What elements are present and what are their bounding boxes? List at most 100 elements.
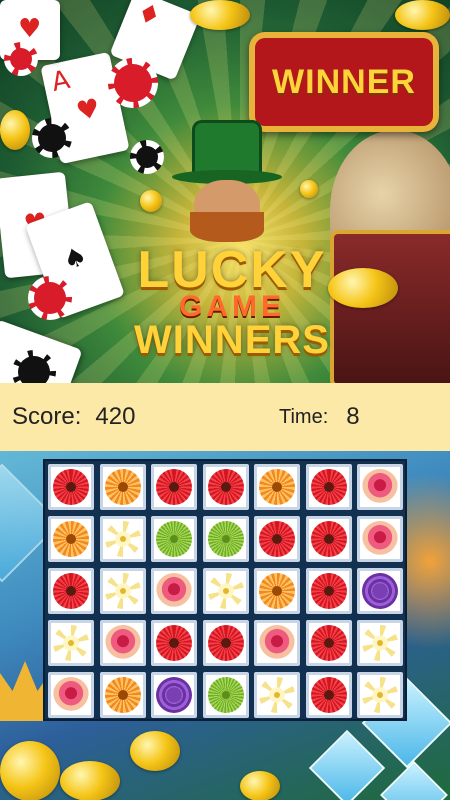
- yellow-flower-icon: [53, 625, 89, 661]
- red-flower-icon: [259, 521, 295, 557]
- gold-coin: [130, 731, 180, 771]
- orange-flower-icon: [259, 469, 295, 505]
- board-tile-purple[interactable]: [357, 568, 403, 614]
- board-tile-red[interactable]: [254, 516, 300, 562]
- board-tile-green[interactable]: [202, 672, 249, 718]
- green-flower-icon: [207, 521, 244, 557]
- red-flower-icon: [53, 469, 89, 505]
- gold-coin: [0, 110, 30, 150]
- yellow-flower-icon: [207, 573, 244, 609]
- board-tile-orange[interactable]: [99, 672, 146, 718]
- board-tile-orange[interactable]: [99, 464, 146, 510]
- board-tile-yellow[interactable]: [48, 620, 94, 666]
- logo-line-lucky: LUCKY: [137, 241, 327, 299]
- board-tile-rose[interactable]: [357, 464, 403, 510]
- board-tile-purple[interactable]: [151, 672, 197, 718]
- leprechaun-beard: [190, 212, 264, 242]
- purple-flower-icon: [362, 573, 398, 609]
- board-tile-red[interactable]: [305, 464, 352, 510]
- yellow-flower-icon: [104, 521, 141, 557]
- board-tile-red[interactable]: [48, 464, 94, 510]
- red-flower-icon: [156, 625, 192, 661]
- board-tile-red[interactable]: [305, 568, 352, 614]
- gold-coin: [300, 180, 318, 198]
- board-tile-rose[interactable]: [99, 620, 146, 666]
- poker-chip-black: [32, 118, 72, 158]
- board-tile-red[interactable]: [305, 620, 352, 666]
- rose-flower-icon: [104, 625, 141, 661]
- rose-flower-icon: [53, 677, 89, 713]
- board-tile-yellow[interactable]: [99, 568, 146, 614]
- red-flower-icon: [310, 625, 347, 661]
- red-flower-icon: [207, 625, 244, 661]
- score-display: Score: 420: [12, 383, 135, 451]
- board-tile-yellow[interactable]: [357, 672, 403, 718]
- board-tile-green[interactable]: [202, 516, 249, 562]
- board-tile-yellow[interactable]: [99, 516, 146, 562]
- board-tile-yellow[interactable]: [254, 672, 300, 718]
- board-tile-rose[interactable]: [254, 620, 300, 666]
- rose-flower-icon: [362, 469, 398, 505]
- red-flower-icon: [53, 573, 89, 609]
- board-tile-yellow[interactable]: [357, 620, 403, 666]
- board-tile-orange[interactable]: [254, 464, 300, 510]
- red-flower-icon: [310, 677, 347, 713]
- red-flower-icon: [310, 521, 347, 557]
- gold-coin: [190, 0, 250, 30]
- match-board: [43, 459, 407, 721]
- gold-coin: [0, 741, 60, 800]
- hud-bar: Score: 420 Time: 8: [0, 383, 450, 451]
- time-value: 8: [346, 403, 360, 430]
- board-tile-rose[interactable]: [151, 568, 197, 614]
- winner-sign-text: WINNER: [272, 62, 416, 101]
- orange-flower-icon: [53, 521, 89, 557]
- board-tile-red[interactable]: [202, 464, 249, 510]
- red-flower-icon: [207, 469, 244, 505]
- board-tile-orange[interactable]: [254, 568, 300, 614]
- orange-flower-icon: [104, 677, 141, 713]
- board-tile-red[interactable]: [151, 620, 197, 666]
- rose-flower-icon: [362, 521, 398, 557]
- yellow-flower-icon: [259, 677, 295, 713]
- winner-sign: WINNER: [249, 32, 439, 132]
- board-tile-red[interactable]: [151, 464, 197, 510]
- score-value: 420: [95, 403, 136, 430]
- poker-chip-red: [28, 276, 72, 320]
- gold-coin: [140, 190, 162, 212]
- diamond-gem: [308, 729, 386, 800]
- orange-flower-icon: [104, 469, 141, 505]
- gold-coin: [60, 761, 120, 800]
- gold-coin: [240, 771, 280, 800]
- poker-chip-red: [4, 42, 38, 76]
- board-tile-green[interactable]: [151, 516, 197, 562]
- board-tile-red[interactable]: [202, 620, 249, 666]
- board-tile-red[interactable]: [48, 568, 94, 614]
- board-tile-red[interactable]: [305, 672, 352, 718]
- board-tile-yellow[interactable]: [202, 568, 249, 614]
- board-tile-orange[interactable]: [48, 516, 94, 562]
- game-logo: LUCKY GAME WINNERS: [112, 244, 352, 360]
- red-flower-icon: [310, 469, 347, 505]
- title-banner: A♥ ♦ ♥ ♠ ♦ ♥ WINNER LUCKY GAME WINNERS: [0, 0, 450, 383]
- yellow-flower-icon: [362, 625, 398, 661]
- board-tile-rose[interactable]: [48, 672, 94, 718]
- yellow-flower-icon: [362, 677, 398, 713]
- time-label: Time:: [279, 405, 329, 428]
- green-flower-icon: [156, 521, 192, 557]
- logo-line-winners: WINNERS: [134, 318, 330, 362]
- score-label: Score:: [12, 403, 82, 430]
- rose-flower-icon: [259, 625, 295, 661]
- gold-coin: [395, 0, 450, 30]
- board-tile-red[interactable]: [305, 516, 352, 562]
- green-flower-icon: [207, 677, 244, 713]
- orange-flower-icon: [259, 573, 295, 609]
- rose-flower-icon: [156, 573, 192, 609]
- board-tile-rose[interactable]: [357, 516, 403, 562]
- time-display: Time: 8: [279, 383, 360, 451]
- yellow-flower-icon: [104, 573, 141, 609]
- poker-chip-red: [108, 58, 158, 108]
- leprechaun-mascot: [172, 120, 282, 242]
- red-flower-icon: [156, 469, 192, 505]
- poker-chip-black: [130, 140, 164, 174]
- diamond-gem: [380, 761, 448, 800]
